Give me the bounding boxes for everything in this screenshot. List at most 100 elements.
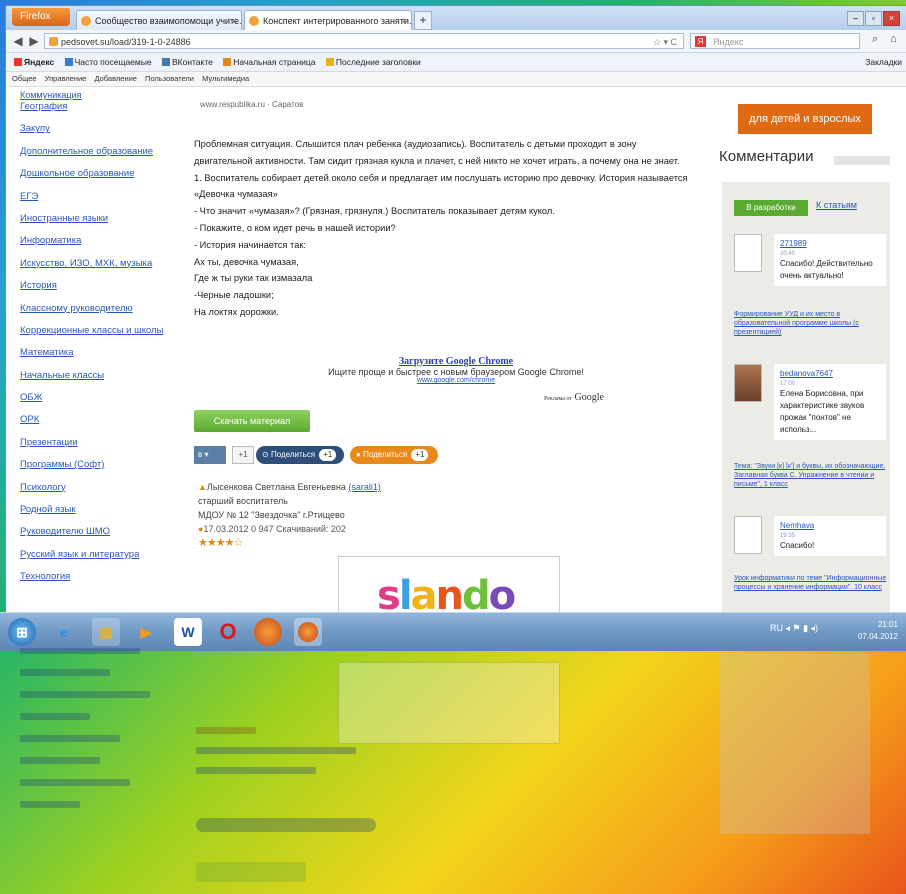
- firefox-menu-button[interactable]: Firefox: [12, 8, 70, 26]
- user-icon: ▲: [198, 482, 207, 492]
- opera-icon[interactable]: O: [214, 618, 242, 646]
- close-icon[interactable]: ×: [232, 11, 237, 30]
- tab-developments[interactable]: В разработки: [734, 200, 808, 216]
- maximize-icon[interactable]: ▫: [865, 11, 882, 26]
- bookmark-item[interactable]: Яндекс: [14, 57, 54, 67]
- menu-item[interactable]: Мультимедиа: [202, 74, 249, 83]
- close-window-icon[interactable]: ×: [883, 11, 900, 26]
- chrome-ad-url[interactable]: www.google.com/chrome: [316, 377, 596, 384]
- media-player-icon[interactable]: ▶: [132, 618, 160, 646]
- start-icon[interactable]: ⊞: [8, 618, 36, 646]
- clock[interactable]: 21:01 07.04.2012: [858, 619, 898, 643]
- bookmark-item[interactable]: Часто посещаемые: [64, 57, 152, 67]
- sidebar-item[interactable]: Презентации: [20, 436, 190, 458]
- reflection-shape: [720, 654, 870, 834]
- comment-time: 17:00: [780, 381, 796, 387]
- yandex-icon: Я: [695, 36, 706, 47]
- forward-arrow-icon[interactable]: ▶: [26, 33, 42, 49]
- sidebar-item[interactable]: Коррекционные классы и школы: [20, 324, 190, 346]
- comment-source-link[interactable]: Урок информатики по теме "Информационные…: [734, 574, 888, 592]
- bookmark-item[interactable]: Начальная страница: [223, 57, 316, 67]
- firefox-active-icon[interactable]: [294, 618, 322, 646]
- sidebar-item[interactable]: Математика: [20, 346, 190, 368]
- new-tab-button[interactable]: +: [414, 11, 432, 30]
- comments-panel: В разработки К статьям 271989 20:40 Спас…: [722, 182, 890, 644]
- sidebar-item[interactable]: История: [20, 279, 190, 301]
- lesson-text-line: Где ж ты руки так измазала: [194, 273, 313, 284]
- tab-title: Сообщество взаимопомощи учите...: [95, 16, 242, 26]
- close-icon[interactable]: ×: [402, 11, 407, 30]
- tray-icons[interactable]: RU ◂ ⚑ ▮ ◂): [770, 623, 818, 634]
- avatar: [734, 234, 762, 272]
- search-placeholder: Яндекс: [713, 37, 744, 47]
- comment-user[interactable]: Nemhava: [780, 520, 880, 532]
- author-login-link[interactable]: (sarali1): [348, 482, 381, 492]
- minimize-icon[interactable]: –: [847, 11, 864, 26]
- share-button-2[interactable]: ● Поделиться +1: [350, 446, 438, 464]
- sidebar-item[interactable]: Технология: [20, 570, 190, 592]
- tab-community[interactable]: Сообщество взаимопомощи учите... ×: [76, 10, 242, 30]
- sidebar-item[interactable]: Русский язык и литература: [20, 548, 190, 570]
- menu-item[interactable]: Управление: [45, 74, 87, 83]
- back-arrow-icon[interactable]: ◀: [10, 33, 26, 49]
- menu-item[interactable]: Добавление: [94, 74, 137, 83]
- author-name[interactable]: Лысенкова Светлана Евгеньевна: [207, 482, 346, 492]
- tab-lesson[interactable]: Конспект интегрированного заняти... ×: [244, 10, 412, 30]
- plus-one-count[interactable]: +1: [232, 446, 254, 464]
- vk-share-button[interactable]: в ▾: [194, 446, 226, 464]
- reload-icon[interactable]: ☆ ▾ C: [653, 34, 677, 50]
- sidebar-item[interactable]: ОРК: [20, 413, 190, 435]
- sidebar-item[interactable]: Дополнительное образование: [20, 145, 190, 167]
- download-button[interactable]: Скачать материал: [194, 410, 310, 432]
- sidebar-item[interactable]: Руководителю ШМО: [20, 525, 190, 547]
- rating-stars[interactable]: ★★★★☆: [198, 536, 381, 550]
- word-icon[interactable]: W: [174, 618, 202, 646]
- reflection-shape: [20, 713, 90, 720]
- sidebar-item[interactable]: Родной язык: [20, 503, 190, 525]
- sidebar-item[interactable]: Иностранные языки: [20, 212, 190, 234]
- sidebar-item[interactable]: ЕГЭ: [20, 190, 190, 212]
- ie-icon[interactable]: e: [50, 618, 78, 646]
- promo-banner[interactable]: для детей и взрослых: [738, 104, 872, 134]
- tab-articles[interactable]: К статьям: [816, 200, 857, 210]
- chrome-ad-title[interactable]: Загрузите Google Chrome: [316, 356, 596, 367]
- sidebar-item-partial[interactable]: Коммуникация: [20, 90, 81, 100]
- author-block: ▲Лысенкова Светлана Евгеньевна (sarali1)…: [198, 480, 381, 550]
- author-meta: 17.03.2012 0 947 Скачиваний: 202: [203, 524, 346, 534]
- sidebar-item[interactable]: Информатика: [20, 234, 190, 256]
- reflection-shape: [20, 779, 130, 786]
- share-button-1[interactable]: ⊙ Поделиться +1: [256, 446, 344, 464]
- sidebar-item[interactable]: География: [20, 100, 190, 122]
- search-icon[interactable]: ⌕: [872, 33, 878, 46]
- sidebar-item[interactable]: Программы (Софт): [20, 458, 190, 480]
- firefox-icon[interactable]: [254, 618, 282, 646]
- sidebar-item[interactable]: Классному руководителю: [20, 302, 190, 324]
- menu-item[interactable]: Пользователи: [145, 74, 194, 83]
- bookmarks-menu[interactable]: Закладки: [865, 53, 902, 71]
- address-bar[interactable]: pedsovet.su/load/319-1-0-24886 ☆ ▾ C: [44, 33, 684, 49]
- comment-source-link[interactable]: Формирование УУД и их место в образовате…: [734, 310, 888, 337]
- sidebar-item[interactable]: Психологу: [20, 481, 190, 503]
- comment-user[interactable]: 271989: [780, 238, 880, 250]
- comment-source-link[interactable]: Тема: "Звуки [к] [к'] и буквы, их обозна…: [734, 462, 888, 489]
- explorer-icon[interactable]: ▦: [92, 618, 120, 646]
- comment-time: 19:35: [780, 533, 796, 539]
- comment-bubble: Nemhava 19:35 Спасибо!: [774, 516, 886, 556]
- home-icon[interactable]: ⌂: [890, 33, 897, 45]
- sidebar-item[interactable]: Искусство, ИЗО, МХК, музыка: [20, 257, 190, 279]
- mirrored-screen: [6, 648, 906, 894]
- sidebar-item[interactable]: Закупу: [20, 122, 190, 144]
- menu-item[interactable]: Общее: [12, 74, 37, 83]
- bookmark-item[interactable]: Последние заголовки: [325, 57, 421, 67]
- chrome-ad-subtitle: Ищите проще и быстрее с новым браузером …: [328, 367, 584, 377]
- navigation-bar: ◀ ▶ pedsovet.su/load/319-1-0-24886 ☆ ▾ C…: [6, 30, 906, 53]
- search-input[interactable]: Я Яндекс: [690, 33, 860, 49]
- sidebar-item[interactable]: Дошкольное образование: [20, 167, 190, 189]
- bookmark-item[interactable]: ВКонтакте: [161, 57, 213, 67]
- avatar: [734, 364, 762, 402]
- comment-user[interactable]: bedanova7647: [780, 368, 880, 380]
- sidebar-item[interactable]: Начальные классы: [20, 369, 190, 391]
- sidebar-item[interactable]: ОБЖ: [20, 391, 190, 413]
- site-favicon-icon: [49, 37, 58, 46]
- bookmark-icon: [325, 58, 334, 66]
